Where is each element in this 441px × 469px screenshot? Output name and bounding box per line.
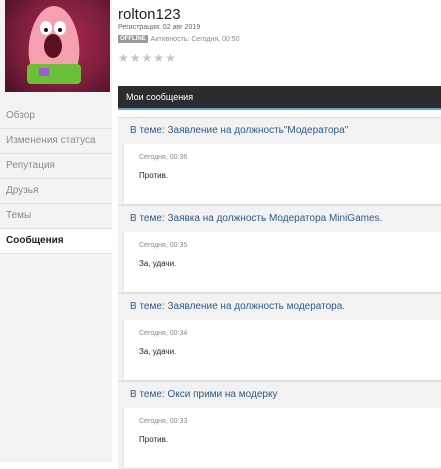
post-item: В теме: Окси прими на модерку Сегодня, 0… [118,381,441,469]
post-item: В теме: Заявление на должность модератор… [118,293,441,381]
section-title: Мои сообщения [118,86,441,110]
status-badge: OFFLINE [118,35,148,43]
post-topic-link[interactable]: В теме: Заявка на должность Модератора M… [118,206,441,232]
post-body: Сегодня, 00:33 Против. [123,408,441,467]
sidebar-nav: Обзор Изменения статуса Репутация Друзья… [0,104,112,254]
post-topic-link[interactable]: В теме: Заявление на должность"Модератор… [118,118,441,144]
patrick-avatar-icon [27,6,81,84]
post-body: Сегодня, 00:35 За, удачи. [123,232,441,291]
sidebar-item-reputation[interactable]: Репутация [0,154,112,179]
post-text: Против. [139,435,169,444]
profile-username: rolton123 [118,6,181,23]
registration-date: Регистрация: 02 авг 2019 [118,24,201,31]
post-date[interactable]: Сегодня, 00:35 [124,232,441,249]
post-item: В теме: Заявление на должность"Модератор… [118,117,441,205]
avatar[interactable] [5,0,110,92]
post-text: Против. [139,171,169,180]
star-icon[interactable]: ★ [130,52,141,64]
star-icon[interactable]: ★ [153,52,164,64]
star-icon[interactable]: ★ [165,52,176,64]
activity-text: Активность: Сегодня, 00:50 [150,35,240,43]
status-row: OFFLINE Активность: Сегодня, 00:50 [118,34,240,44]
post-body: Сегодня, 00:36 Против. [123,144,441,203]
sidebar-item-status-changes[interactable]: Изменения статуса [0,129,112,154]
post-date[interactable]: Сегодня, 00:36 [124,144,441,161]
post-topic-link[interactable]: В теме: Окси прими на модерку [118,382,441,408]
post-date[interactable]: Сегодня, 00:34 [124,320,441,337]
post-text: За, удачи. [139,347,177,356]
left-column: Обзор Изменения статуса Репутация Друзья… [0,0,112,462]
sidebar-item-topics[interactable]: Темы [0,204,112,229]
star-icon[interactable]: ★ [118,52,129,64]
posts-list: В теме: Заявление на должность"Модератор… [118,117,441,469]
post-item: В теме: Заявка на должность Модератора M… [118,205,441,293]
star-icon[interactable]: ★ [142,52,153,64]
sidebar-item-messages[interactable]: Сообщения [0,229,112,254]
post-body: Сегодня, 00:34 За, удачи. [123,320,441,379]
sidebar-item-overview[interactable]: Обзор [0,104,112,129]
post-date[interactable]: Сегодня, 00:33 [124,408,441,425]
post-text: За, удачи. [139,259,177,268]
main-content: Мои сообщения [118,86,441,110]
sidebar-item-friends[interactable]: Друзья [0,179,112,204]
rating-stars[interactable]: ★ ★ ★ ★ ★ [118,52,176,64]
post-topic-link[interactable]: В теме: Заявление на должность модератор… [118,294,441,320]
